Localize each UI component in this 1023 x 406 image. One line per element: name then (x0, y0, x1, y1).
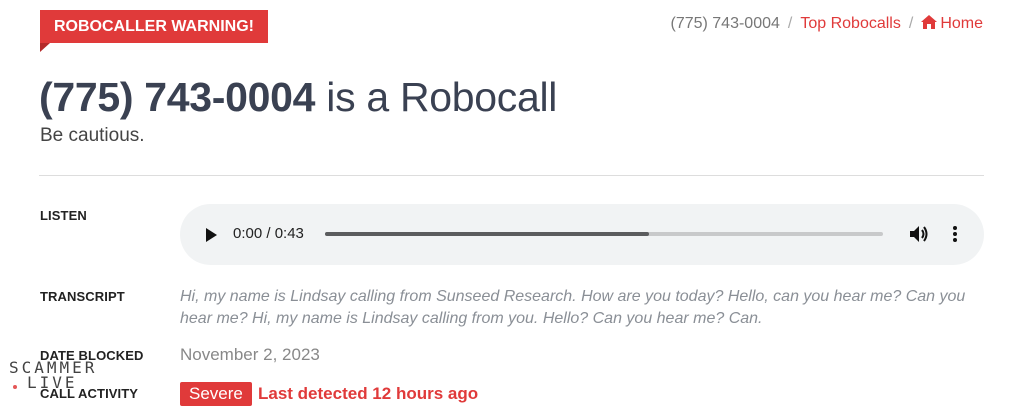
breadcrumb: (775) 743-0004 / Top Robocalls / Home (670, 15, 983, 33)
more-options-icon[interactable] (952, 225, 958, 243)
last-detected-text: Last detected 12 hours ago (258, 384, 479, 403)
watermark-line2: LIVE (27, 373, 78, 392)
home-icon (921, 15, 938, 29)
volume-icon[interactable] (909, 225, 929, 243)
breadcrumb-home-link[interactable]: Home (921, 15, 983, 33)
watermark-dot (13, 385, 17, 389)
breadcrumb-current: (775) 743-0004 (670, 15, 780, 32)
listen-label: LISTEN (40, 208, 87, 223)
date-blocked-value: November 2, 2023 (180, 345, 320, 364)
page-title: (775) 743-0004 is a Robocall (39, 74, 557, 121)
audio-progress-fill (325, 232, 649, 236)
audio-time: 0:00 / 0:43 (233, 225, 304, 242)
page-title-number: (775) 743-0004 (39, 74, 316, 120)
robocaller-warning-badge: ROBOCALLER WARNING! (40, 10, 268, 52)
audio-progress-track[interactable] (325, 232, 883, 236)
breadcrumb-top-robocalls-link[interactable]: Top Robocalls (800, 15, 901, 33)
breadcrumb-separator: / (787, 15, 793, 32)
scammer-live-watermark: SCAMMER LIVE (9, 360, 119, 400)
transcript-label: TRANSCRIPT (40, 289, 125, 304)
severity-badge: Severe (180, 382, 252, 406)
play-icon[interactable] (204, 227, 218, 243)
divider (39, 175, 984, 176)
audio-player[interactable]: 0:00 / 0:43 (180, 204, 984, 265)
page-subtitle: Be cautious. (40, 125, 145, 146)
breadcrumb-home-label: Home (940, 15, 983, 32)
transcript-text: Hi, my name is Lindsay calling from Suns… (180, 288, 966, 327)
page-title-suffix: is a Robocall (326, 74, 558, 120)
breadcrumb-separator: / (908, 15, 914, 32)
